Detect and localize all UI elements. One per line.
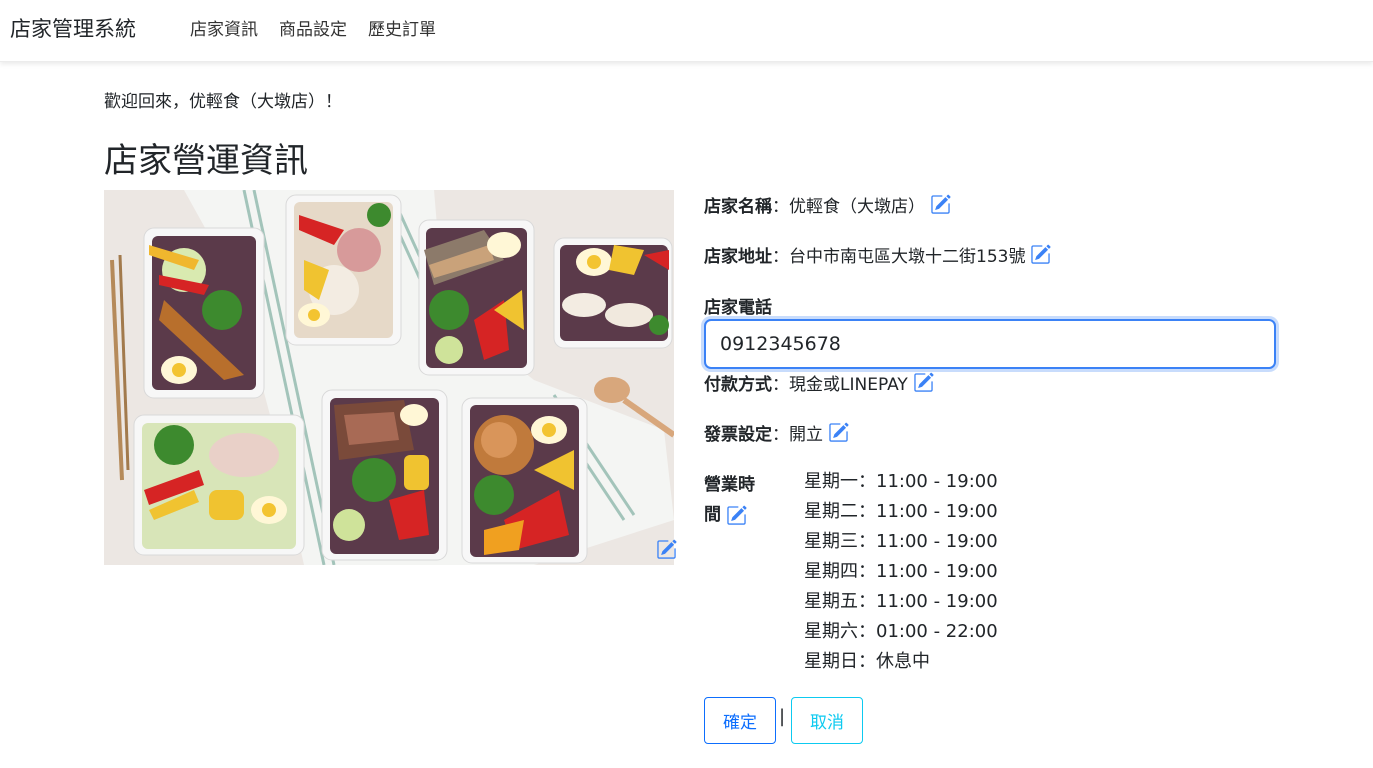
store-name-row: 店家名稱 ：优輕食（大墩店） bbox=[704, 192, 951, 217]
store-address-label: 店家地址 bbox=[704, 247, 772, 267]
invoice-value: ：開立 bbox=[772, 425, 823, 445]
top-navbar: 店家管理系統 店家資訊 商品設定 歷史訂單 bbox=[0, 0, 1373, 62]
confirm-button[interactable]: 確定 bbox=[704, 697, 776, 744]
store-address-row: 店家地址 ：台中市南屯區大墩十二街153號 bbox=[704, 242, 1051, 267]
store-phone-label: 店家電話 bbox=[704, 298, 772, 318]
edit-name-icon[interactable] bbox=[930, 194, 951, 215]
nav-link-order-history[interactable]: 歷史訂單 bbox=[368, 15, 436, 40]
business-hours-label-line2: 間 bbox=[704, 505, 721, 525]
welcome-message: 歡迎回來，优輕食（大墩店）！ bbox=[104, 92, 342, 112]
navbar-brand[interactable]: 店家管理系統 bbox=[10, 13, 136, 43]
button-separator: | bbox=[779, 706, 786, 727]
hours-tuesday: 星期二：11:00 - 19:00 bbox=[804, 501, 998, 522]
store-name-value: ：优輕食（大墩店） bbox=[772, 197, 925, 217]
edit-invoice-icon[interactable] bbox=[828, 422, 849, 443]
store-name-label: 店家名稱 bbox=[704, 197, 772, 217]
edit-hours-icon[interactable] bbox=[726, 505, 747, 526]
store-address-value: ：台中市南屯區大墩十二街153號 bbox=[772, 247, 1026, 267]
business-hours-label: 營業時 間 bbox=[704, 470, 774, 530]
cancel-button[interactable]: 取消 bbox=[791, 697, 863, 744]
business-hours-list: 星期一：11:00 - 19:00 星期二：11:00 - 19:00 星期三：… bbox=[804, 467, 998, 677]
hours-saturday: 星期六：01:00 - 22:00 bbox=[804, 621, 998, 642]
page-title: 店家營運資訊 bbox=[104, 141, 308, 181]
edit-payment-icon[interactable] bbox=[913, 372, 934, 393]
nav-link-product-settings[interactable]: 商品設定 bbox=[279, 15, 347, 40]
food-boxes-illustration bbox=[104, 190, 674, 565]
payment-row: 付款方式 ：現金或LINEPAY bbox=[704, 370, 934, 395]
edit-photo-icon[interactable] bbox=[656, 539, 677, 560]
phone-input[interactable] bbox=[704, 319, 1276, 369]
hours-sunday: 星期日：休息中 bbox=[804, 651, 930, 672]
payment-value: ：現金或LINEPAY bbox=[772, 375, 908, 395]
invoice-label: 發票設定 bbox=[704, 425, 772, 445]
nav-link-store-info[interactable]: 店家資訊 bbox=[190, 15, 258, 40]
edit-address-icon[interactable] bbox=[1030, 244, 1051, 265]
hours-monday: 星期一：11:00 - 19:00 bbox=[804, 471, 998, 492]
invoice-row: 發票設定 ：開立 bbox=[704, 420, 849, 445]
nav-links: 店家資訊 商品設定 歷史訂單 bbox=[190, 15, 436, 40]
hours-thursday: 星期四：11:00 - 19:00 bbox=[804, 561, 998, 582]
payment-label: 付款方式 bbox=[704, 375, 772, 395]
business-hours-label-line1: 營業時 bbox=[704, 475, 755, 495]
hours-friday: 星期五：11:00 - 19:00 bbox=[804, 591, 998, 612]
hours-wednesday: 星期三：11:00 - 19:00 bbox=[804, 531, 998, 552]
business-hours-label-line2-row: 間 bbox=[704, 500, 774, 530]
store-photo bbox=[104, 190, 674, 565]
